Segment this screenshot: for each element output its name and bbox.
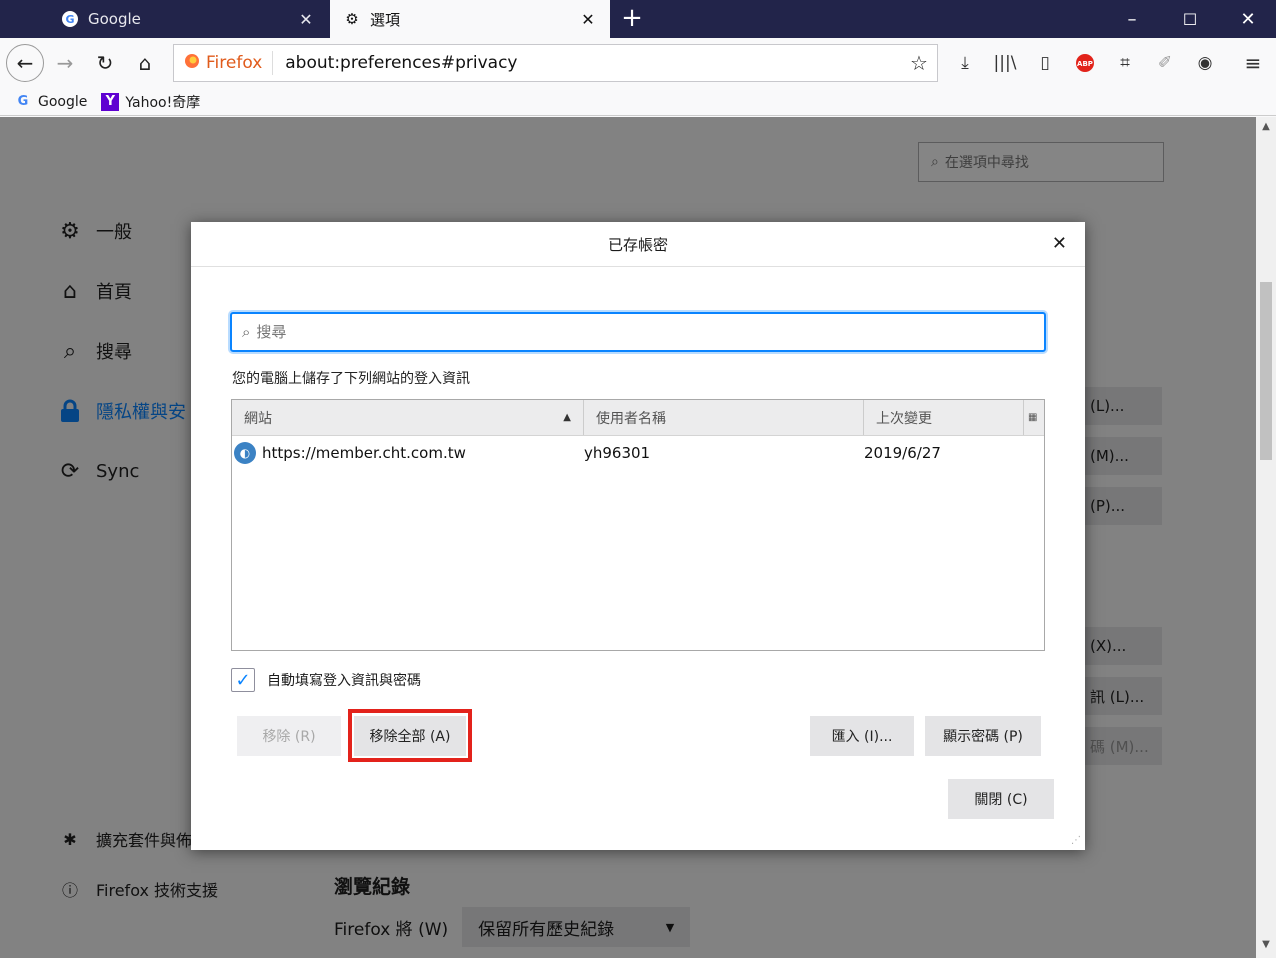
home-button[interactable]: ⌂ (128, 46, 162, 80)
cell-username: yh96301 (584, 444, 651, 462)
scroll-thumb[interactable] (1260, 282, 1272, 460)
firefox-logo-icon (184, 53, 200, 74)
dialog-header: 已存帳密 ✕ (191, 222, 1085, 267)
forward-button[interactable]: → (48, 46, 82, 80)
tab-title: 選項 (370, 10, 401, 29)
maximize-button[interactable]: ☐ (1162, 0, 1218, 38)
resize-grip-icon[interactable]: ⋰ (1071, 835, 1081, 846)
download-icon[interactable]: ⤓ (950, 48, 980, 78)
reload-button[interactable]: ↻ (88, 46, 122, 80)
show-passwords-button[interactable]: 顯示密碼 (P) (925, 716, 1041, 756)
column-changed[interactable]: 上次變更 (864, 400, 1024, 435)
identity-label: Firefox (206, 53, 263, 73)
back-button[interactable]: ← (6, 44, 44, 82)
column-label: 網站 (244, 410, 272, 427)
minimize-button[interactable]: – (1104, 0, 1160, 38)
crop-icon[interactable]: ⌗ (1110, 48, 1140, 78)
check-icon: ✓ (235, 669, 251, 691)
column-label: 使用者名稱 (596, 410, 666, 427)
close-icon[interactable]: ✕ (1052, 233, 1067, 254)
menu-icon[interactable]: ≡ (1238, 48, 1268, 78)
adblock-icon[interactable]: ABP (1070, 48, 1100, 78)
bookmark-label: Google (38, 93, 88, 110)
scroll-down-icon[interactable]: ▼ (1256, 939, 1276, 950)
highlight-box (348, 709, 472, 762)
sort-ascending-icon: ▲ (563, 412, 571, 423)
table-row[interactable]: ◐ https://member.cht.com.tw yh96301 2019… (232, 436, 1044, 470)
account-icon[interactable]: ◉ (1190, 48, 1220, 78)
import-button[interactable]: 匯入 (I)... (810, 716, 914, 756)
bookmarks-toolbar: G Google Y Yahoo!奇摩 (0, 88, 1276, 116)
scroll-up-icon[interactable]: ▲ (1256, 121, 1276, 132)
nav-toolbar: ← → ↻ ⌂ Firefox about:preferences#privac… (0, 38, 1276, 88)
yahoo-icon: Y (101, 92, 120, 111)
tab-google[interactable]: G Google ✕ (48, 0, 328, 38)
google-icon: G (17, 94, 29, 109)
close-tab-icon[interactable]: ✕ (578, 10, 598, 29)
autofill-label: 自動填寫登入資訊與密碼 (267, 673, 421, 689)
gear-icon: ⚙ (345, 10, 359, 28)
tab-title: Google (88, 10, 141, 28)
svg-text:G: G (65, 13, 74, 26)
remove-button[interactable]: 移除 (R) (237, 716, 341, 756)
autofill-checkbox-row[interactable]: ✓ 自動填寫登入資訊與密碼 (231, 668, 421, 692)
site-url: https://member.cht.com.tw (262, 444, 466, 462)
google-icon: G (60, 9, 80, 29)
cell-changed: 2019/6/27 (864, 444, 941, 462)
tab-strip: G Google ✕ ⚙ 選項 ✕ + – ☐ ✕ (0, 0, 1276, 38)
logins-search-input[interactable] (256, 323, 1044, 341)
search-icon: ⌕ (242, 323, 251, 341)
page-scrollbar[interactable]: ▲ ▼ (1256, 117, 1276, 958)
saved-logins-dialog: 已存帳密 ✕ ⌕ 您的電腦上儲存了下列網站的登入資訊 網站 ▲ 使用者名稱 上次… (191, 222, 1085, 850)
column-username[interactable]: 使用者名稱 (584, 400, 864, 435)
close-tab-icon[interactable]: ✕ (296, 10, 316, 29)
arrow-right-icon: → (56, 51, 74, 75)
bookmark-yahoo[interactable]: Y Yahoo!奇摩 (101, 92, 200, 112)
identity-box[interactable]: Firefox (174, 51, 274, 75)
tab-options[interactable]: ⚙ 選項 ✕ (330, 0, 610, 38)
column-site[interactable]: 網站 ▲ (232, 400, 584, 435)
logins-table: 網站 ▲ 使用者名稱 上次變更 ▦ ◐ https://member.cht.c… (231, 399, 1045, 651)
star-icon[interactable]: ☆ (901, 51, 937, 75)
library-icon[interactable]: |||\ (990, 48, 1020, 78)
sidebar-icon[interactable]: ▯ (1030, 48, 1060, 78)
close-window-button[interactable]: ✕ (1220, 0, 1276, 38)
table-header: 網站 ▲ 使用者名稱 上次變更 ▦ (232, 400, 1044, 436)
bookmark-google[interactable]: G Google (14, 93, 88, 111)
column-label: 上次變更 (876, 410, 932, 427)
globe-icon: ◐ (234, 442, 256, 464)
column-picker-icon[interactable]: ▦ (1024, 400, 1044, 435)
new-tab-button[interactable]: + (616, 2, 648, 34)
dialog-title: 已存帳密 (607, 235, 668, 254)
extension-icon[interactable]: ✐ (1150, 48, 1180, 78)
cell-site: ◐ https://member.cht.com.tw (232, 442, 584, 464)
logins-description: 您的電腦上儲存了下列網站的登入資訊 (232, 371, 470, 387)
reload-icon: ↻ (96, 51, 114, 75)
arrow-left-icon: ← (16, 51, 34, 75)
bookmark-label: Yahoo!奇摩 (125, 94, 201, 111)
svg-text:ABP: ABP (1077, 60, 1093, 68)
close-dialog-button[interactable]: 關閉 (C) (948, 779, 1054, 819)
url-bar[interactable]: Firefox about:preferences#privacy ☆ (173, 44, 938, 82)
autofill-checkbox[interactable]: ✓ (231, 668, 255, 692)
home-icon: ⌂ (138, 51, 152, 75)
logins-search-field[interactable]: ⌕ (230, 312, 1046, 352)
url-text[interactable]: about:preferences#privacy (273, 53, 901, 73)
